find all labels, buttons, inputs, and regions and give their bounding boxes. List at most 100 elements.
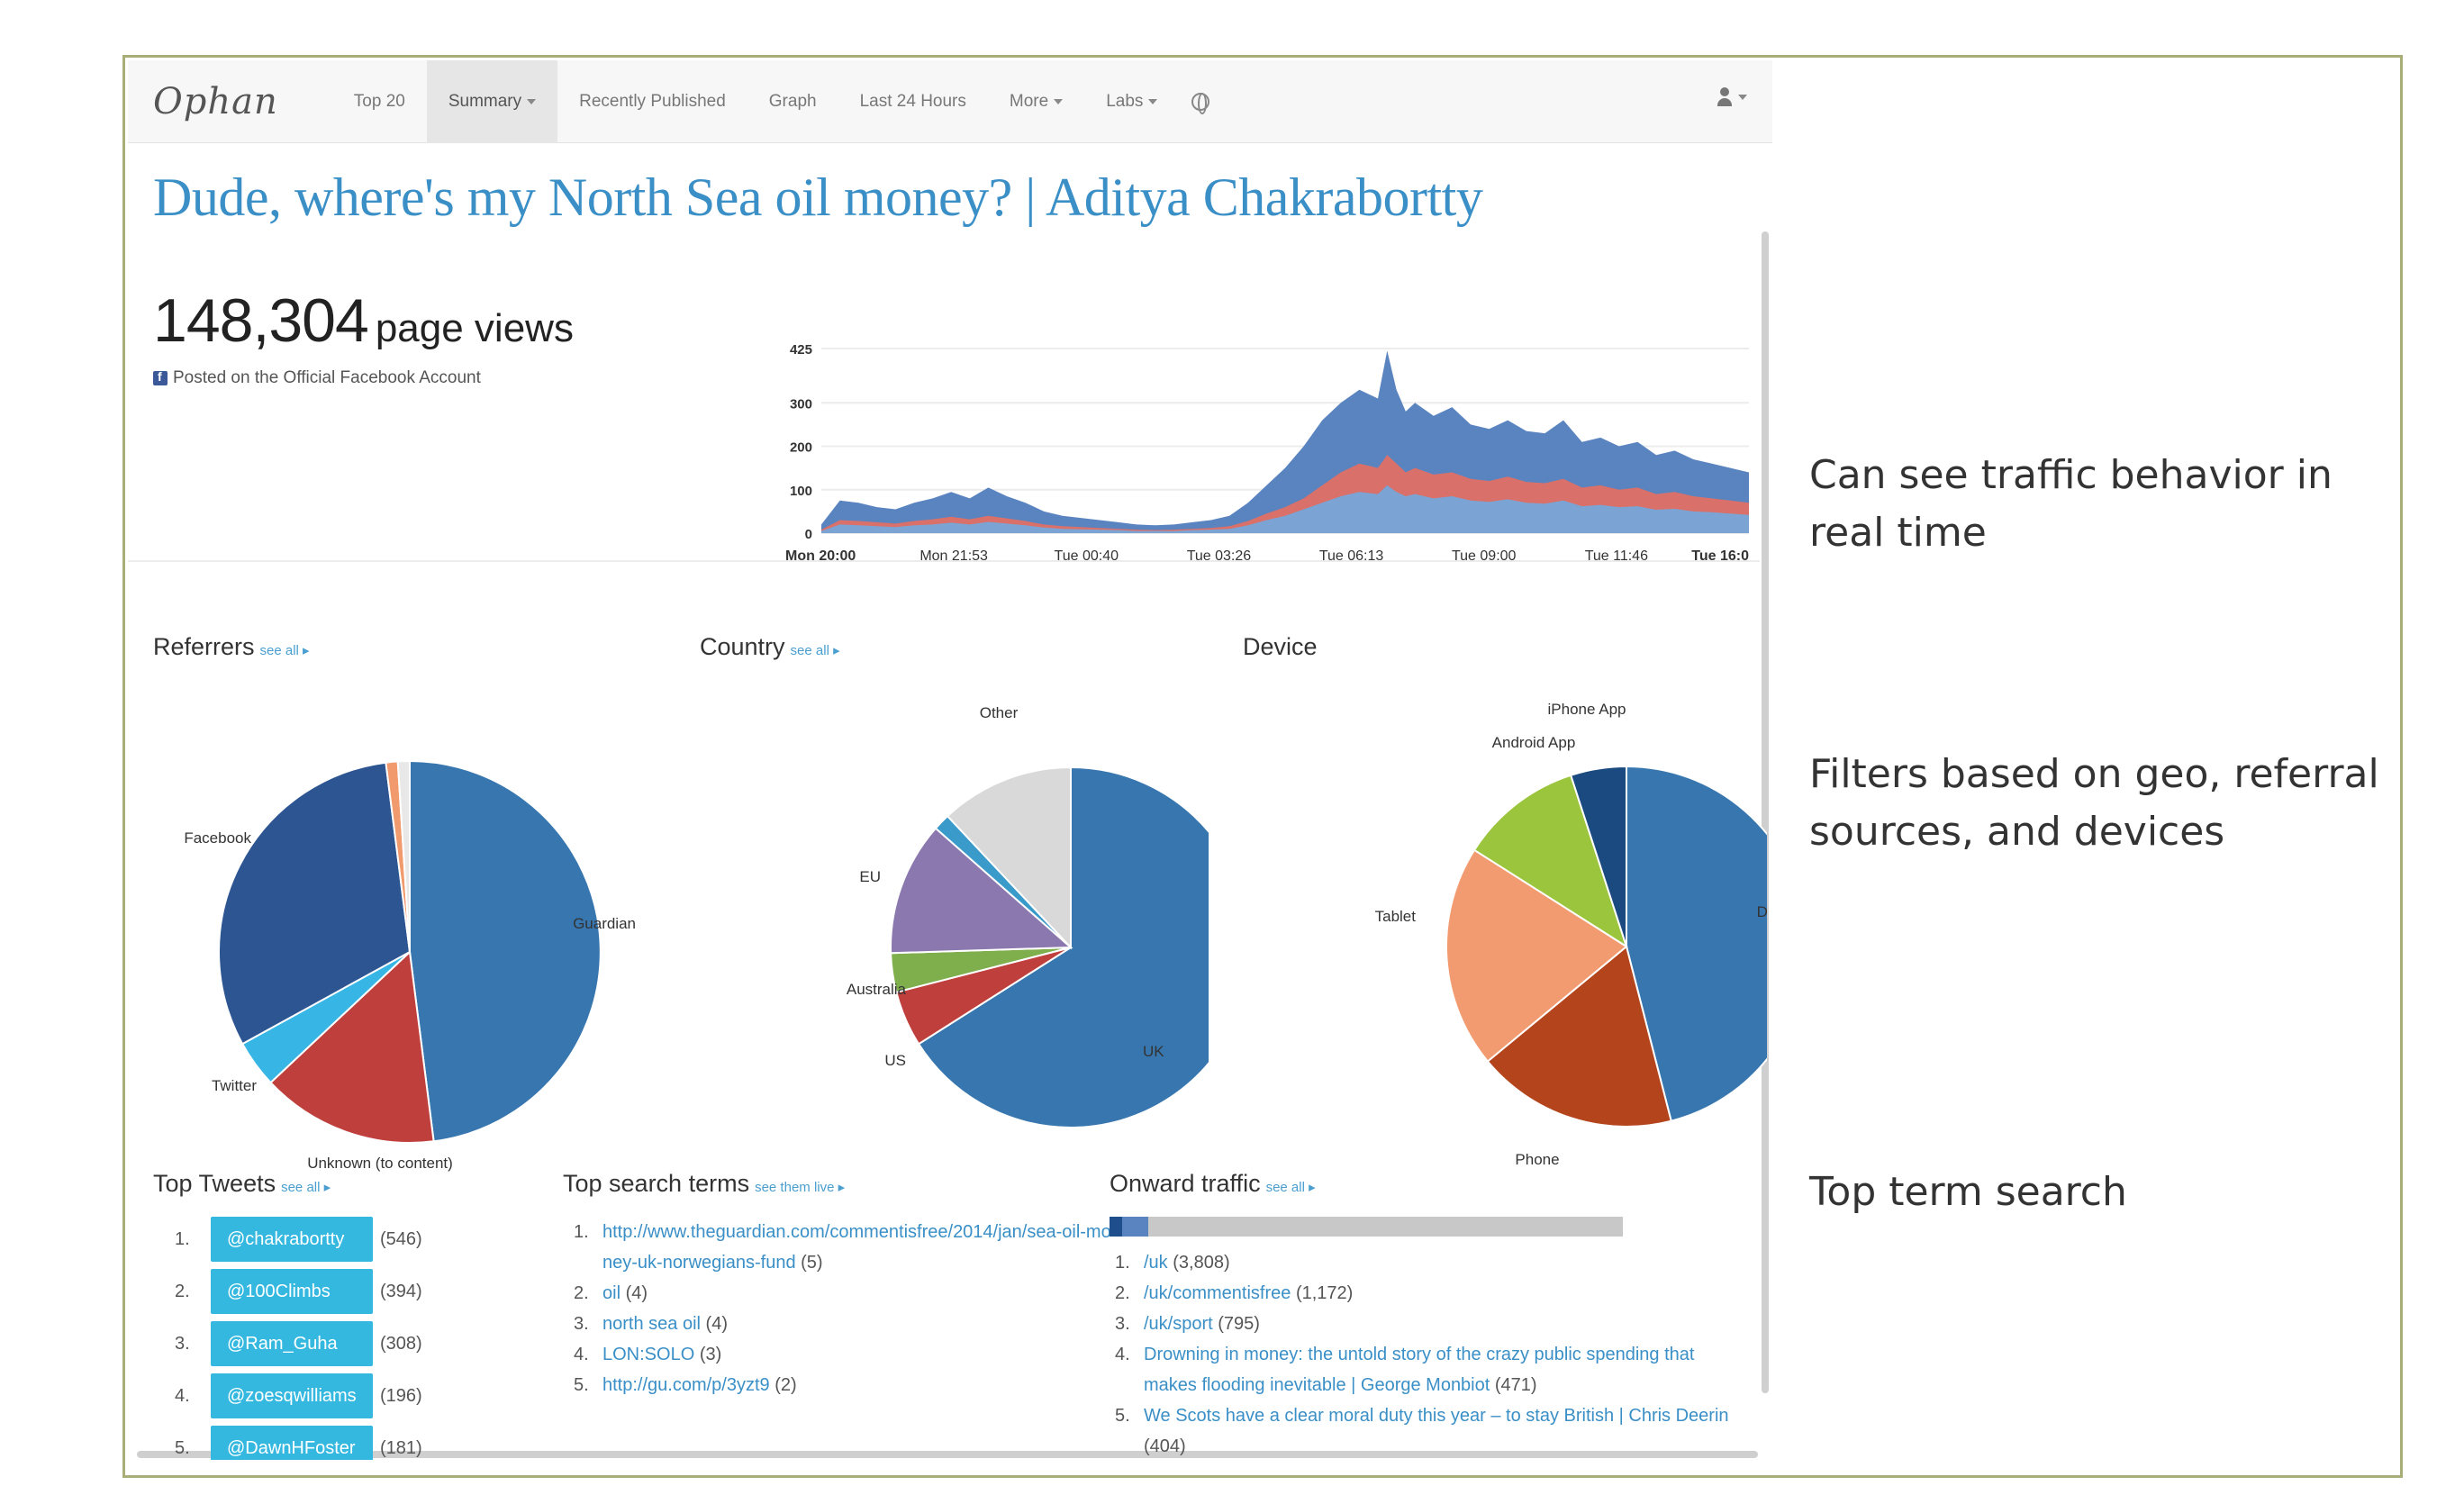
search-rank: 5. <box>574 1375 589 1395</box>
nav-item-label: Recently Published <box>579 91 726 111</box>
search-rank: 1. <box>574 1222 589 1242</box>
pie-label: iPhone App <box>1548 701 1626 718</box>
tweet-row: 4. @zoesqwilliams (196) <box>175 1370 422 1422</box>
search-term-count: (4) <box>705 1314 728 1334</box>
nav-item-4[interactable]: Last 24 Hours <box>838 60 988 143</box>
onward-link[interactable]: /uk <box>1144 1253 1168 1273</box>
pie-label: Desktop <box>1757 903 1767 920</box>
tweet-rank: 4. <box>175 1385 190 1406</box>
onward-see-all-link[interactable]: see all ▸ <box>1266 1180 1316 1195</box>
onward-traffic-bar <box>1110 1217 1623 1237</box>
country-heading: Country see all ▸ <box>700 633 840 661</box>
page-views-count: 148,304 <box>153 286 369 355</box>
search-term-link[interactable]: north sea oil <box>602 1314 701 1334</box>
search-term-link[interactable]: http://gu.com/p/3yzt9 <box>602 1375 770 1395</box>
device-heading: Device <box>1243 633 1318 661</box>
nav-item-3[interactable]: Graph <box>747 60 838 143</box>
posted-note: Posted on the Official Facebook Account <box>153 368 481 388</box>
nav-item-2[interactable]: Recently Published <box>557 60 747 143</box>
facebook-icon <box>153 369 168 385</box>
tweet-handle-button[interactable]: @zoesqwilliams <box>211 1373 373 1418</box>
y-tick-label: 0 <box>805 527 812 542</box>
tweet-row: 3. @Ram_Guha (308) <box>175 1318 422 1370</box>
nav-item-5[interactable]: More <box>988 60 1084 143</box>
tweet-handle-button[interactable]: @DawnHFoster <box>211 1426 373 1460</box>
pie-label: Guardian <box>573 915 636 932</box>
tweet-handle-button[interactable]: @Ram_Guha <box>211 1321 373 1366</box>
referrers-see-all-link[interactable]: see all ▸ <box>260 643 310 658</box>
tweet-count: (546) <box>380 1228 422 1249</box>
onward-count: (795) <box>1218 1314 1260 1334</box>
onward-traffic-list: 1. /uk (3,808) 2. /uk/commentisfree (1,172)… <box>1115 1247 1745 1460</box>
chevron-down-icon <box>1148 98 1158 104</box>
onward-row: 5. We Scots have a clear moral duty this … <box>1115 1400 1745 1460</box>
nav-item-0[interactable]: Top 20 <box>332 60 427 143</box>
pie-slice[interactable] <box>409 759 602 1143</box>
top-tweets-list: 1. @chakrabortty (546) 2. @100Climbs (394) 3. @… <box>175 1213 422 1460</box>
navbar: Ophan Top 20 Summary Recently Published Gra… <box>128 60 1772 143</box>
onward-link[interactable]: Drowning in money: the untold story of t… <box>1144 1345 1694 1395</box>
top-tweets-title: Top Tweets <box>153 1170 276 1197</box>
search-term-row: 1. http://www.theguardian.com/commentisfr… <box>574 1217 1114 1278</box>
user-icon <box>1717 87 1733 107</box>
onward-link[interactable]: /uk/sport <box>1144 1314 1213 1334</box>
tweet-handle-button[interactable]: @100Climbs <box>211 1269 373 1314</box>
pie-label: Australia <box>847 981 907 998</box>
nav-item-6[interactable]: Labs <box>1084 60 1179 143</box>
annotation-traffic: Can see traffic behavior in real time <box>1809 452 2333 556</box>
top-tweets-see-all-link[interactable]: see all ▸ <box>281 1180 331 1195</box>
chevron-down-icon <box>1738 95 1747 100</box>
top-tweets-heading: Top Tweets see all ▸ <box>153 1170 331 1198</box>
onward-heading: Onward traffic see all ▸ <box>1110 1170 1316 1198</box>
onward-rank: 1. <box>1115 1253 1130 1273</box>
search-term-link[interactable]: oil <box>602 1283 621 1303</box>
tweet-count: (308) <box>380 1333 422 1354</box>
tweet-row: 1. @chakrabortty (546) <box>175 1213 422 1265</box>
nav-item-1[interactable]: Summary <box>426 60 558 143</box>
onward-link[interactable]: We Scots have a clear moral duty this ye… <box>1144 1406 1729 1426</box>
tweet-count: (196) <box>380 1385 422 1406</box>
page-views: 148,304 page views <box>153 285 574 356</box>
posted-note-text: Posted on the Official Facebook Account <box>173 368 481 387</box>
pie-label: Facebook <box>184 829 251 847</box>
tweet-rank: 5. <box>175 1437 190 1458</box>
search-term-link[interactable]: http://www.theguardian.com/commentisfree… <box>602 1222 1111 1273</box>
onward-row: 3. /uk/sport (795) <box>1115 1309 1745 1339</box>
brand-logo[interactable]: Ophan <box>153 81 278 122</box>
onward-bar-segment-secondary <box>1122 1217 1148 1237</box>
nav-item-label: Last 24 Hours <box>859 91 966 111</box>
globe-icon[interactable] <box>1191 92 1210 114</box>
nav-item-label: Summary <box>448 91 522 111</box>
annotation-search: Top term search <box>1809 1169 2127 1215</box>
referrers-pie-chart: GuardianUnknown (to content)TwitterFaceb… <box>184 759 636 1172</box>
onward-count: (1,172) <box>1295 1283 1354 1303</box>
onward-count: (471) <box>1494 1375 1537 1395</box>
tweet-row: 5. @DawnHFoster (181) <box>175 1422 422 1460</box>
y-tick-label: 300 <box>790 396 812 412</box>
tweet-rank: 3. <box>175 1333 190 1354</box>
onward-rank: 4. <box>1115 1345 1130 1364</box>
top-search-see-live-link[interactable]: see them live ▸ <box>755 1180 845 1195</box>
onward-title: Onward traffic <box>1110 1170 1261 1197</box>
search-term-row: 3. north sea oil (4) <box>574 1309 1114 1339</box>
country-title: Country <box>700 633 785 660</box>
tweet-count: (394) <box>380 1281 422 1301</box>
country-see-all-link[interactable]: see all ▸ <box>791 643 840 658</box>
user-menu[interactable] <box>1717 87 1747 107</box>
nav-item-label: More <box>1009 91 1049 111</box>
onward-link[interactable]: /uk/commentisfree <box>1144 1283 1291 1303</box>
search-term-link[interactable]: LON:SOLO <box>602 1345 694 1364</box>
onward-rank: 2. <box>1115 1283 1130 1303</box>
onward-row: 4. Drowning in money: the untold story of… <box>1115 1339 1745 1400</box>
top-search-title: Top search terms <box>563 1170 750 1197</box>
search-term-row: 2. oil (4) <box>574 1278 1114 1309</box>
section-divider <box>128 560 1760 562</box>
tweet-rank: 2. <box>175 1281 190 1301</box>
y-tick-label: 100 <box>790 484 812 499</box>
page-views-label: page views <box>375 306 574 350</box>
country-pie-chart: UK US Australia EU Other <box>847 704 1209 1128</box>
article-title[interactable]: Dude, where's my North Sea oil money? | … <box>153 167 1483 229</box>
tweet-handle-button[interactable]: @chakrabortty <box>211 1217 373 1262</box>
search-term-row: 5. http://gu.com/p/3yzt9 (2) <box>574 1370 1114 1400</box>
search-term-count: (4) <box>625 1283 648 1303</box>
